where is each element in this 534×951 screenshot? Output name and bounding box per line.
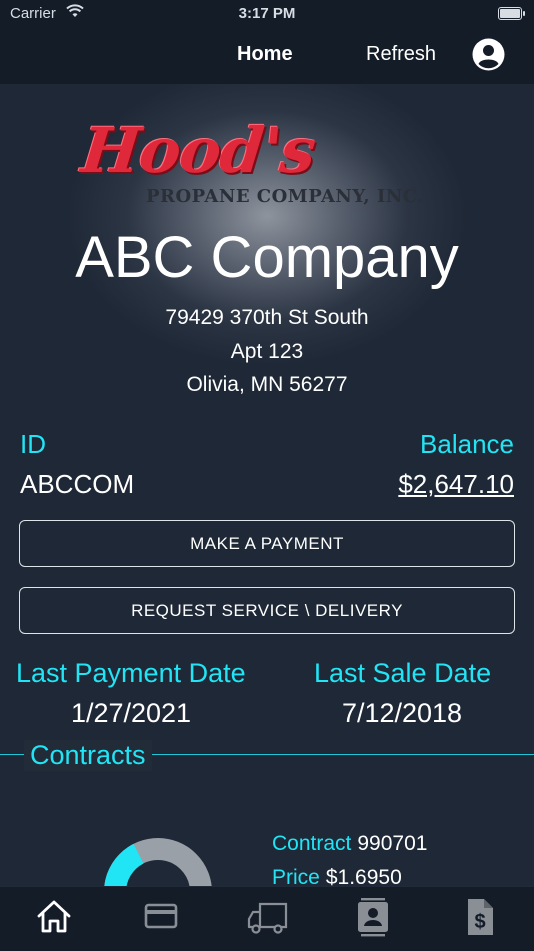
last-sale-value: 7/12/2018 [341,698,463,728]
contracts-title: Contracts [24,740,152,771]
balance-value-link[interactable]: $2,647.10 [398,469,514,500]
contact-card-icon[interactable] [353,897,393,937]
contract-row: Contract 990701 [272,832,427,856]
contract-value: 990701 [357,832,428,855]
logo-subtitle: PROPANE COMPANY, INC. [146,186,425,207]
address-line-3: Olivia, MN 56277 [186,373,348,396]
nav-refresh-button[interactable]: Refresh [366,43,436,66]
last-payment-label: Last Payment Date [16,658,246,688]
id-label: ID [20,429,46,459]
price-label: Price [272,866,320,886]
invoice-dollar-icon[interactable]: $ [460,897,500,937]
clock: 3:17 PM [238,5,296,22]
company-logo: Hood's PROPANE COMPANY, INC. [78,114,470,214]
contract-label: Contract [272,832,352,855]
gauge-fill [104,843,145,886]
delivery-truck-icon[interactable] [246,897,288,937]
account-circle-icon[interactable] [472,38,505,71]
battery-icon [498,7,525,20]
credit-card-icon[interactable] [141,897,181,937]
bottom-tab-bar: $ [0,886,534,951]
balance-label: Balance [420,429,514,459]
address-line-1: 79429 370th St South [165,306,369,329]
nav-home-link[interactable]: Home [237,43,293,66]
tank-level-gauge [104,838,212,886]
make-payment-button[interactable]: MAKE A PAYMENT [19,520,515,567]
last-sale-label: Last Sale Date [314,658,492,688]
home-icon[interactable] [34,897,74,937]
top-nav-bar: Home Refresh [0,28,534,84]
price-value: $1.6950 [325,866,402,886]
last-payment-value: 1/27/2021 [70,698,192,728]
request-service-button[interactable]: REQUEST SERVICE \ DELIVERY [19,587,515,634]
account-summary: Hood's PROPANE COMPANY, INC. ABC Company… [0,84,534,886]
svg-text:$: $ [474,911,485,933]
id-value: ABCCOM [20,469,135,499]
company-name: ABC Company [75,225,459,290]
logo-script-text: Hood's [78,114,319,187]
price-row: Price $1.6950 [272,866,402,886]
status-bar: Carrier 3:17 PM [0,0,534,28]
address-line-2: Apt 123 [230,340,304,363]
